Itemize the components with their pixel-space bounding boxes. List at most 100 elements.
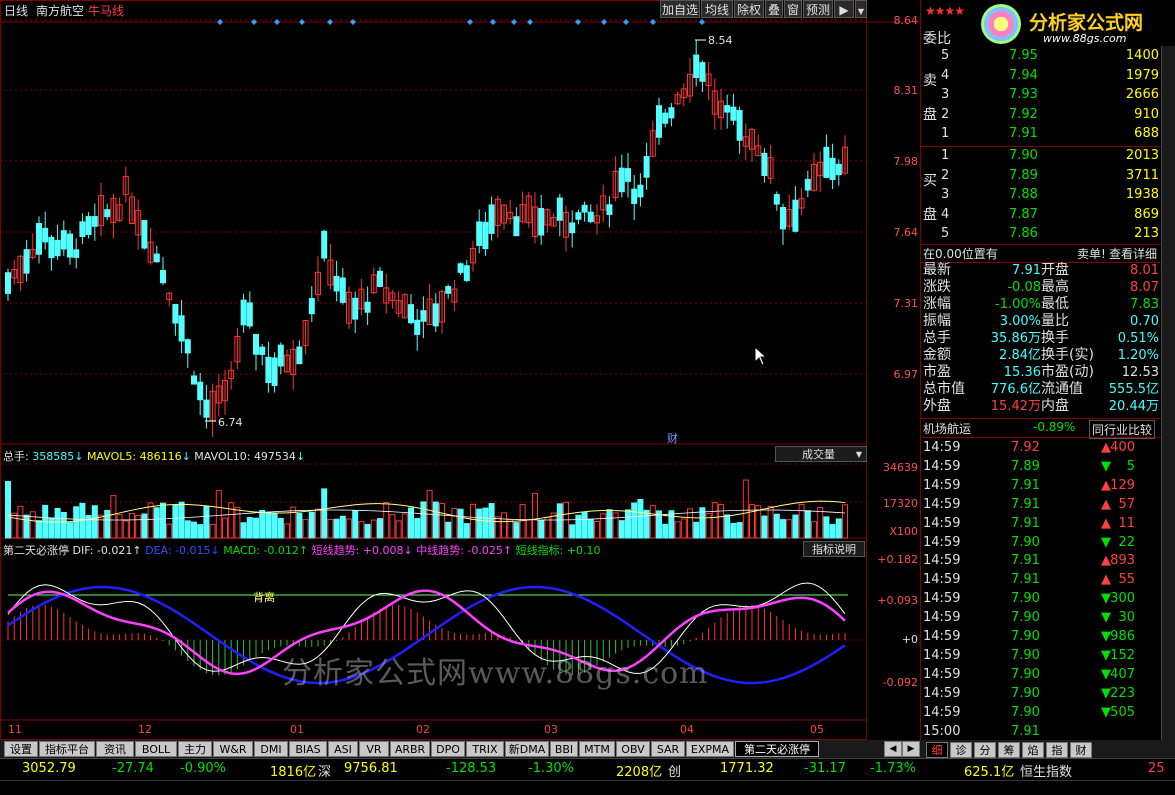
tick-row[interactable]: 14:597.90986▼1 xyxy=(921,627,1175,646)
quote-tab[interactable]: 诊 xyxy=(950,742,972,758)
arrow-down-icon: ↓ xyxy=(295,450,306,463)
tick-row[interactable]: 14:597.91129▲1 xyxy=(921,476,1175,495)
tick-row[interactable]: 14:597.90223▼1 xyxy=(921,684,1175,703)
indicator-tab[interactable]: BBI xyxy=(550,741,578,757)
indicator-tab[interactable]: 第二天必涨停 xyxy=(735,741,819,757)
volume-total-label: 总手: xyxy=(3,450,29,463)
tick-time: 14:59 xyxy=(923,647,961,663)
volume-bar xyxy=(693,521,700,539)
tick-row[interactable]: 14:597.90407▼1 xyxy=(921,665,1175,684)
tab-scroll-right-button[interactable]: ▶ xyxy=(902,741,920,757)
kline-svg[interactable] xyxy=(0,0,920,740)
indicator-tab[interactable]: MTM xyxy=(579,741,615,757)
tick-list[interactable]: 14:597.92400▲114:597.895▼114:597.91129▲1… xyxy=(921,438,1175,740)
indicator-tab[interactable]: OBV xyxy=(616,741,650,757)
indicator-tab[interactable]: DMI xyxy=(254,741,288,757)
volume-bar xyxy=(116,514,123,539)
quote-tab[interactable]: 焰 xyxy=(1022,742,1044,758)
quote-tab[interactable]: 筹 xyxy=(998,742,1020,758)
indicator-tab[interactable]: 设置 xyxy=(4,741,38,757)
hs-label[interactable]: 恒生指数 xyxy=(1020,761,1072,780)
volume-bar xyxy=(48,517,55,539)
volume-bar xyxy=(346,518,352,539)
ex-rights-button[interactable]: 除权 xyxy=(734,0,764,18)
tick-volume: 407 xyxy=(1110,666,1135,682)
overlay-button[interactable]: 叠 xyxy=(765,0,783,18)
stat-label: 开盘 xyxy=(1041,262,1069,278)
buy-order-row[interactable]: 1 7.90 2013 xyxy=(921,146,1161,165)
tick-row[interactable]: 14:597.90300▼1 xyxy=(921,589,1175,608)
volume-bar xyxy=(463,523,470,539)
tick-row[interactable]: 14:597.9030▼1 xyxy=(921,608,1175,627)
tick-row[interactable]: 14:597.91893▲1 xyxy=(921,551,1175,570)
tick-row[interactable]: 14:597.90152▼1 xyxy=(921,646,1175,665)
quote-tab[interactable]: 分 xyxy=(974,742,996,758)
sell-order-row[interactable]: 5 7.95 1400 xyxy=(921,46,1161,65)
tick-row[interactable]: 14:597.9022▼1 xyxy=(921,533,1175,552)
sell-order-row[interactable]: 2 7.92 910 xyxy=(921,105,1161,124)
indicator-help-button[interactable]: 指标说明 xyxy=(803,541,865,557)
indicator-tab[interactable]: 资讯 xyxy=(96,741,134,757)
indicator-tab[interactable]: EXPMA xyxy=(686,741,734,757)
indicator-tab[interactable]: 指标平台 xyxy=(39,741,95,757)
candle-body xyxy=(377,270,383,287)
sector-name[interactable]: 机场航运 xyxy=(923,420,971,437)
sell-order-row[interactable]: 4 7.94 1979 xyxy=(921,66,1161,85)
buy-order-row[interactable]: 2 7.89 3711 xyxy=(921,166,1161,185)
triangle-right-icon: ▶ xyxy=(839,3,849,17)
indicator-tab[interactable]: VR xyxy=(359,741,389,757)
candle-body xyxy=(662,112,669,124)
indicator-tab[interactable]: W&R xyxy=(213,741,253,757)
nav-right-button[interactable]: ▶ xyxy=(834,0,854,18)
tick-row[interactable]: 14:597.90505▼1 xyxy=(921,703,1175,722)
sell-order-row[interactable]: 3 7.93 2666 xyxy=(921,85,1161,104)
forecast-button[interactable]: 预测 xyxy=(803,0,833,18)
quote-tab[interactable]: 细 xyxy=(926,742,948,758)
add-watchlist-button[interactable]: 加自选 xyxy=(660,0,700,18)
quote-tab[interactable]: 指 xyxy=(1046,742,1068,758)
tick-row[interactable]: 14:597.9155▲1 xyxy=(921,570,1175,589)
tick-price: 7.90 xyxy=(1011,647,1040,663)
buy-order-row[interactable]: 3 7.88 1938 xyxy=(921,185,1161,204)
buy-order-row[interactable]: 4 7.87 869 xyxy=(921,205,1161,224)
indicator-tab[interactable]: BOLL xyxy=(135,741,177,757)
tick-row[interactable]: 14:597.92400▲1 xyxy=(921,438,1175,457)
candle-body xyxy=(538,207,545,236)
indicator-tab[interactable]: ASI xyxy=(328,741,358,757)
tick-row[interactable]: 15:007.911 xyxy=(921,722,1175,741)
indicator-tab[interactable]: ARBR xyxy=(390,741,430,757)
scrollbar[interactable] xyxy=(1161,46,1175,740)
tab-scroll-left-button[interactable]: ◀ xyxy=(884,741,902,757)
indicator-name[interactable]: 牛马线 xyxy=(88,2,124,19)
panel-toggle-button[interactable]: ▼ xyxy=(855,0,867,18)
stat-value: 20.44万 xyxy=(1108,399,1159,414)
candle-body xyxy=(693,54,700,79)
macd-tick: -0.092 xyxy=(882,676,918,689)
tick-row[interactable]: 14:597.9157▲1 xyxy=(921,495,1175,514)
sell-order-row[interactable]: 1 7.91 688 xyxy=(921,124,1161,143)
indicator-tab[interactable]: DPO xyxy=(431,741,465,757)
macd-indicator-title[interactable]: 第二天必涨停 xyxy=(3,544,69,557)
high-price-label: 8.54 xyxy=(708,34,733,47)
ma-button[interactable]: 均线 xyxy=(701,0,733,18)
kline-chart-area[interactable]: 日线 南方航空 牛马线 加自选 均线 除权 叠 窗 预测 ▶ ▼ 8.64 8.… xyxy=(0,0,920,740)
view-detail-link[interactable]: 查看详细 xyxy=(1109,245,1157,262)
indicator-tab[interactable]: 主力 xyxy=(178,741,212,757)
indicator-tab[interactable]: SAR xyxy=(651,741,685,757)
period-label[interactable]: 日线 xyxy=(4,2,28,19)
indicator-tab[interactable]: TRIX xyxy=(466,741,504,757)
dea-value: DEA: -0.015↓ xyxy=(145,544,220,557)
quote-tab[interactable]: 财 xyxy=(1070,742,1092,758)
tick-row[interactable]: 14:597.895▼1 xyxy=(921,457,1175,476)
buy-order-row[interactable]: 5 7.86 213 xyxy=(921,224,1161,243)
buy-volume: 869 xyxy=(1134,206,1159,222)
candle-body xyxy=(178,315,185,342)
financial-report-marker[interactable]: 财 xyxy=(667,430,678,446)
volume-indicator-select[interactable]: 成交量 ▼ xyxy=(775,446,867,462)
window-button[interactable]: 窗 xyxy=(784,0,802,18)
volume-bar xyxy=(519,504,526,539)
indicator-tab[interactable]: BIAS xyxy=(289,741,327,757)
tick-row[interactable]: 14:597.9111▲1 xyxy=(921,514,1175,533)
indicator-tab[interactable]: 新DMA xyxy=(505,741,549,757)
compare-button[interactable]: 同行业比较 xyxy=(1089,420,1156,439)
